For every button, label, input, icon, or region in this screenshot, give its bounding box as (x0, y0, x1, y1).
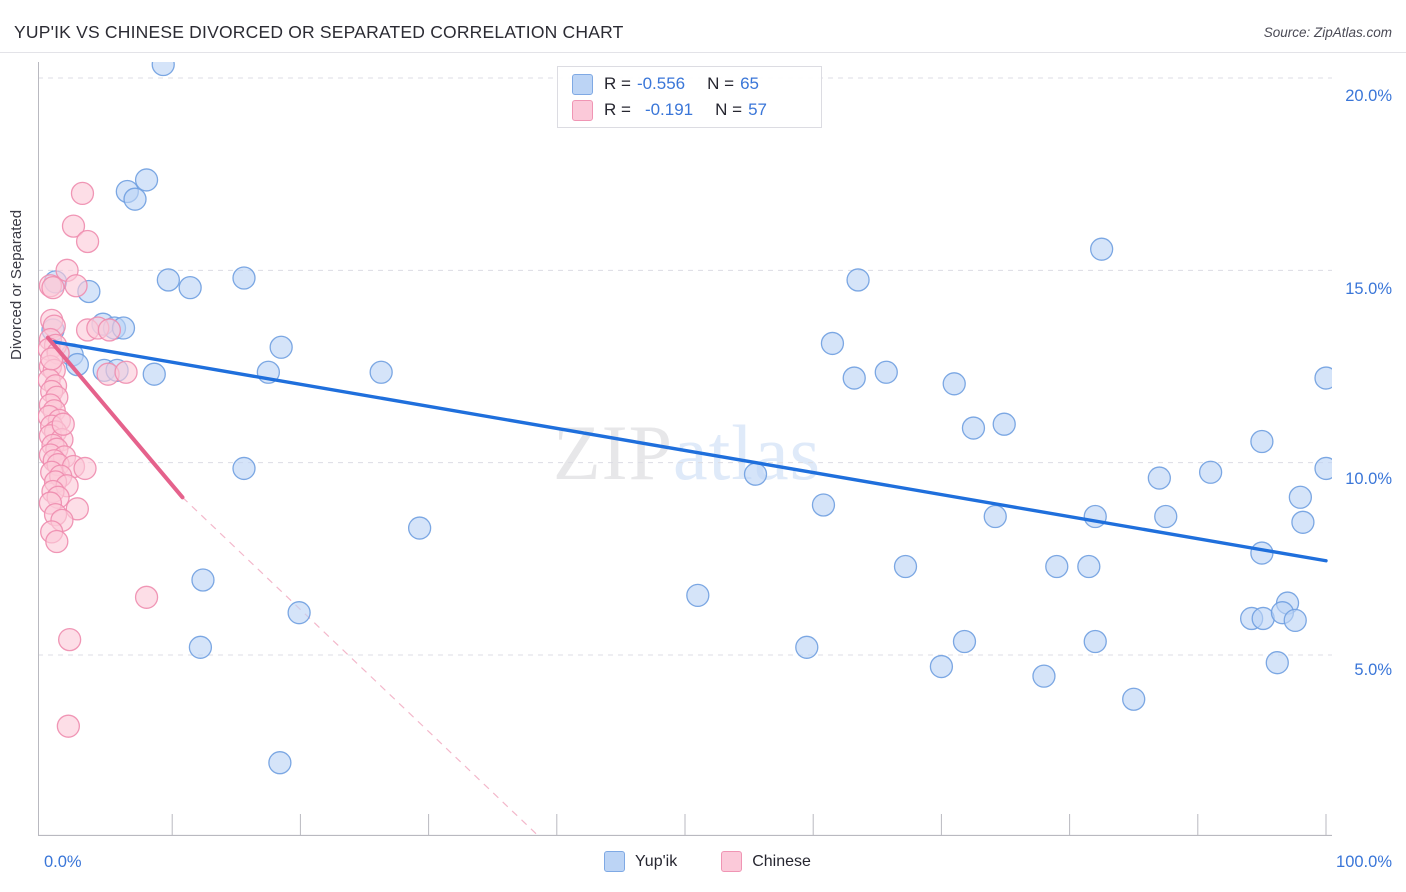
series-points-chinese (38, 181, 159, 738)
y-axis-title: Divorced or Separated (8, 209, 25, 360)
series-points-yupik (41, 62, 1332, 775)
data-point (1314, 456, 1332, 481)
data-point (191, 568, 215, 592)
data-point (97, 318, 122, 342)
legend-n-label-yupik: N = (707, 74, 735, 93)
data-point (1083, 504, 1107, 529)
source-attribution: Source: ZipAtlas.com (1263, 25, 1392, 40)
legend-r-label-yupik: R = (604, 74, 631, 93)
data-point (1291, 510, 1315, 534)
data-point (1154, 504, 1178, 529)
data-point (1283, 608, 1307, 633)
data-point (45, 529, 69, 554)
data-point (952, 629, 977, 654)
y-tick-15: 15.0% (1345, 280, 1392, 298)
data-point (929, 654, 954, 679)
data-point (686, 583, 710, 608)
legend-n-value-yupik: 65 (740, 74, 759, 93)
data-point (188, 635, 213, 659)
y-tick-10: 10.0% (1345, 470, 1392, 488)
data-point (1090, 237, 1114, 261)
data-point (151, 62, 175, 77)
data-point (73, 456, 97, 481)
data-point (1077, 554, 1101, 579)
legend-n-label-chinese: N = (715, 100, 743, 119)
legend-row-yupik: R = -0.556 N = 65 (572, 71, 759, 97)
data-point (64, 274, 88, 298)
legend-n-value-chinese: 57 (748, 100, 767, 119)
series-label-yupik[interactable]: Yup'ik (635, 853, 677, 871)
data-point (51, 412, 75, 436)
data-point (57, 627, 82, 652)
data-point (268, 751, 292, 775)
series-swatch-yupik-icon[interactable] (604, 851, 625, 872)
data-point (407, 516, 432, 540)
legend-swatch-chinese-icon (572, 99, 593, 121)
data-point (811, 493, 836, 517)
data-point (1032, 664, 1056, 688)
data-point (232, 266, 256, 290)
legend-r-value-yupik: -0.556 (636, 74, 686, 93)
data-point (134, 585, 159, 609)
y-tick-5: 5.0% (1354, 661, 1392, 679)
data-point (795, 635, 819, 659)
data-point (114, 360, 138, 384)
data-point (134, 168, 159, 192)
data-point (369, 360, 393, 384)
data-point (70, 181, 95, 206)
data-point (1265, 651, 1289, 675)
data-point (874, 360, 898, 384)
trend-line-yupik (49, 339, 1328, 563)
series-legend: Yup'ik Chinese (604, 851, 811, 872)
data-point (1251, 606, 1275, 631)
series-swatch-chinese-icon[interactable] (721, 851, 743, 872)
data-point (820, 331, 845, 356)
data-point (156, 268, 181, 292)
data-point (1250, 541, 1274, 565)
data-point (178, 275, 202, 300)
data-point (961, 416, 986, 440)
data-point (846, 268, 870, 292)
data-point (1083, 629, 1107, 654)
data-point (123, 187, 147, 211)
data-point (56, 714, 81, 738)
data-point (287, 601, 311, 625)
data-point (942, 372, 966, 396)
page-title: YUP'IK VS CHINESE DIVORCED OR SEPARATED … (14, 22, 624, 42)
data-point (1122, 687, 1146, 711)
data-point (992, 412, 1016, 436)
scatter-canvas (38, 62, 1332, 836)
data-point (893, 554, 918, 579)
legend-swatch-yupik-icon (572, 73, 593, 95)
data-point (1198, 460, 1223, 484)
plot-area (38, 62, 1332, 836)
data-point (75, 229, 100, 254)
stats-legend: R = -0.556 N = 65 R = -0.191 N = 57 (557, 66, 822, 128)
correlation-chart: YUP'IK VS CHINESE DIVORCED OR SEPARATED … (0, 0, 1406, 892)
data-point (142, 362, 166, 386)
data-point (983, 504, 1007, 529)
data-point (743, 462, 768, 486)
data-point (41, 275, 65, 300)
header-divider (0, 52, 1406, 53)
x-tick-100: 100.0% (1336, 853, 1392, 871)
series-label-chinese[interactable]: Chinese (752, 853, 811, 871)
legend-row-chinese: R = -0.191 N = 57 (572, 97, 767, 123)
legend-r-label-chinese: R = (604, 100, 631, 119)
data-point (1288, 485, 1313, 509)
data-point (1250, 429, 1274, 454)
data-point (1045, 554, 1069, 579)
data-point (232, 456, 256, 481)
legend-r-value-chinese: -0.191 (644, 100, 694, 119)
data-point (1147, 466, 1171, 490)
data-point (1314, 366, 1332, 390)
x-tick-0: 0.0% (44, 853, 82, 871)
data-point (269, 335, 293, 359)
data-point (842, 366, 866, 390)
y-tick-20: 20.0% (1345, 87, 1392, 105)
